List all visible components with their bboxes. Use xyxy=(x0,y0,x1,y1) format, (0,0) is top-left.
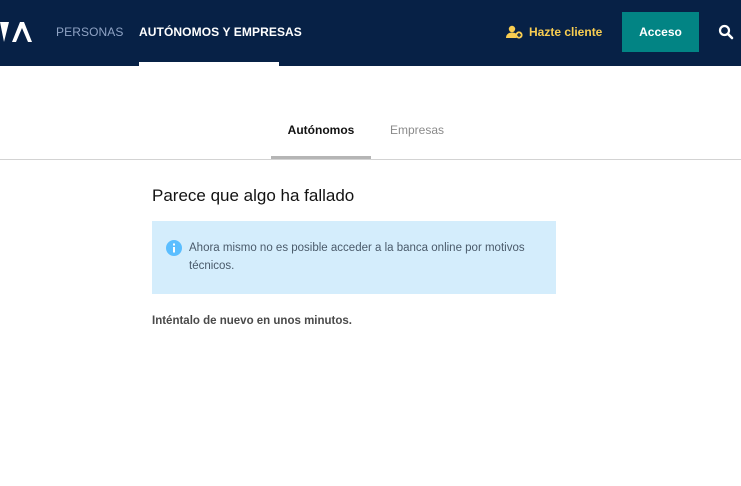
info-message: Ahora mismo no es posible acceder a la b… xyxy=(189,242,525,272)
bbva-logo-icon[interactable] xyxy=(0,20,34,44)
nav-active-indicator xyxy=(139,62,279,66)
user-add-icon xyxy=(506,25,523,39)
tab-empresas[interactable]: Empresas xyxy=(371,123,463,137)
info-icon xyxy=(166,240,182,256)
page-title: Parece que algo ha fallado xyxy=(152,186,355,205)
hazte-cliente-label: Hazte cliente xyxy=(529,25,603,39)
tabs-divider xyxy=(0,159,741,160)
nav-autonomos-empresas[interactable]: AUTÓNOMOS Y EMPRESAS xyxy=(139,25,302,39)
acceso-button[interactable]: Acceso xyxy=(622,12,699,52)
search-icon[interactable] xyxy=(718,24,734,40)
nav-personas[interactable]: PERSONAS xyxy=(56,25,124,39)
hazte-cliente-link[interactable]: Hazte cliente xyxy=(506,24,602,40)
retry-message: Inténtalo de nuevo en unos minutos. xyxy=(152,315,352,327)
top-navigation-bar: PERSONAS AUTÓNOMOS Y EMPRESAS Hazte clie… xyxy=(0,0,741,66)
info-alert: Ahora mismo no es posible acceder a la b… xyxy=(152,221,556,294)
tab-autonomos[interactable]: Autónomos xyxy=(271,123,371,137)
acceso-label: Acceso xyxy=(639,25,682,39)
